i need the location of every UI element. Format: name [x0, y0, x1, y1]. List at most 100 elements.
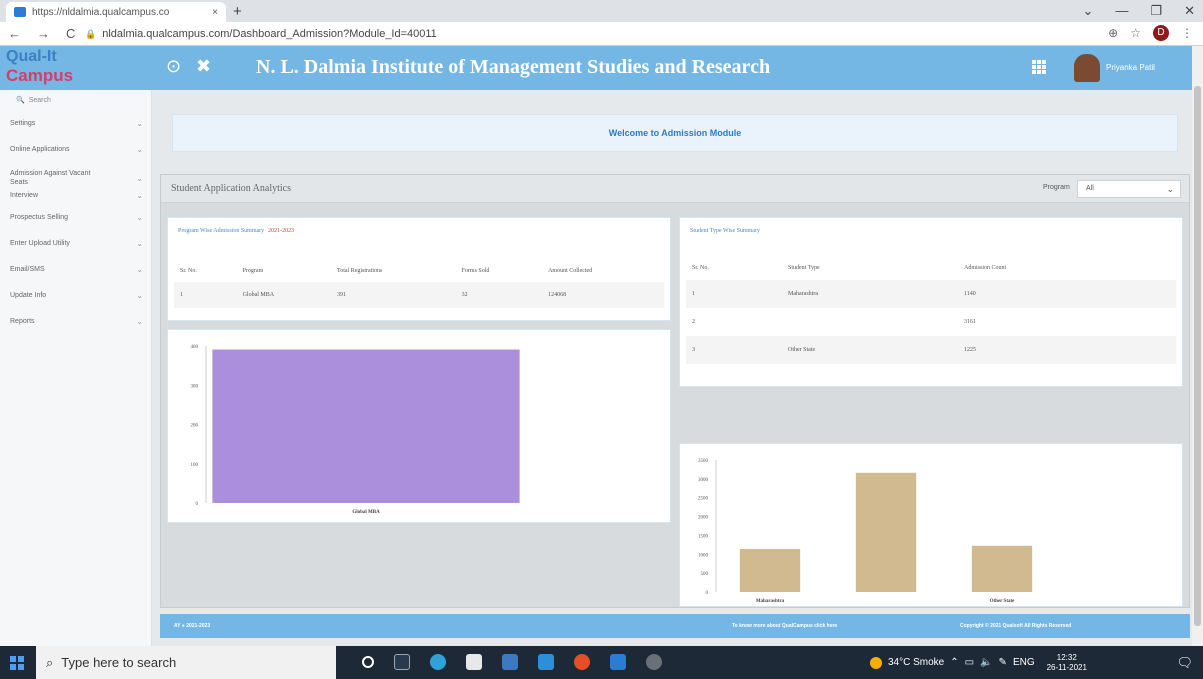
edge-icon[interactable]: [430, 654, 446, 670]
back-button[interactable]: ←: [8, 26, 21, 41]
paint-icon[interactable]: [646, 654, 662, 670]
sidebar-item-update-info[interactable]: Update Info ⌄: [0, 282, 151, 308]
taskbar-search[interactable]: ⌕ Type here to search: [36, 646, 336, 679]
student-chart-card: 0 500 1000 1500 2000 2500 3000 3500 Maharashtra O…: [679, 443, 1183, 607]
notification-icon[interactable]: 🗨: [1176, 655, 1193, 671]
chart-bar: [971, 545, 1033, 592]
browser-tab-bar: https://nldalmia.qualcampus.co × + ⌄ — ❐…: [0, 0, 1203, 22]
chevron-down-icon: ⌄: [136, 118, 143, 128]
col-header: Forms Sold: [461, 268, 490, 274]
cortana-icon[interactable]: [362, 656, 374, 668]
clock-date: 26-11-2021: [1046, 662, 1087, 672]
program-select[interactable]: All ⌄: [1077, 180, 1181, 198]
tab-search-icon[interactable]: ⌄: [1083, 3, 1094, 19]
weather-text[interactable]: 34°C Smoke: [888, 657, 944, 668]
analytics-panel: Student Application Analytics Program Al…: [160, 174, 1190, 608]
chrome-icon[interactable]: [574, 654, 590, 670]
footer-ay: AY ● 2021-2023: [174, 623, 211, 629]
tools-icon[interactable]: ✖: [196, 56, 211, 77]
store-icon[interactable]: [466, 654, 482, 670]
chart-bar: [739, 549, 801, 592]
sidebar-item-online-applications[interactable]: Online Applications ⌄: [0, 136, 151, 162]
chevron-down-icon: ⌄: [136, 316, 143, 326]
taskbar-search-placeholder: Type here to search: [61, 655, 177, 670]
sidebar-item-label: Reports: [10, 317, 35, 325]
minimize-button[interactable]: —: [1115, 3, 1128, 19]
chevron-up-icon[interactable]: ⌃: [950, 657, 958, 668]
sidebar-item-settings[interactable]: Settings ⌄: [0, 110, 151, 136]
x-tick-label: Maharashtra: [756, 599, 785, 604]
dashboard-icon[interactable]: ⊙: [166, 56, 181, 77]
scrollbar-thumb[interactable]: [1194, 86, 1201, 626]
chart-bar: [855, 472, 917, 592]
table-cell: 3: [692, 347, 695, 353]
task-view-icon[interactable]: [394, 654, 410, 670]
windows-start-icon[interactable]: [10, 656, 24, 670]
volume-icon[interactable]: 🔈: [980, 657, 992, 668]
zoom-icon[interactable]: ⊕: [1108, 26, 1118, 40]
table-row: 1 Global MBA 391 32 124068: [174, 282, 664, 308]
clock[interactable]: 12:32 26-11-2021: [1047, 653, 1087, 673]
sidebar-item-label: Interview: [10, 191, 39, 199]
mail-icon[interactable]: [538, 654, 554, 670]
chevron-down-icon: ⌄: [136, 173, 143, 183]
program-summary-table: Sr. No. Program Total Registrations Form…: [174, 260, 664, 308]
table-header-row: Sr. No. Student Type Admission Count: [686, 256, 1176, 280]
user-name[interactable]: Priyanka Patil: [1106, 63, 1155, 72]
sidebar-item-email-sms[interactable]: Email/SMS ⌄: [0, 256, 151, 282]
col-header: Sr. No.: [692, 265, 709, 271]
table-cell: 32: [461, 292, 468, 298]
table-row: 3 Other State 1225: [686, 336, 1176, 364]
clock-time: 12:32: [1056, 652, 1077, 662]
forward-button[interactable]: →: [37, 26, 50, 41]
table-header-row: Sr. No. Program Total Registrations Form…: [174, 260, 664, 282]
sidebar-item-label: Settings: [10, 119, 36, 127]
new-tab-button[interactable]: +: [233, 3, 242, 20]
weather-icon[interactable]: [870, 656, 882, 669]
close-window-button[interactable]: ✕: [1184, 3, 1195, 19]
user-avatar[interactable]: [1074, 54, 1100, 82]
site-favicon-icon: [14, 7, 26, 17]
reload-button[interactable]: C: [66, 26, 75, 41]
restore-button[interactable]: ❐: [1150, 3, 1162, 19]
word-icon[interactable]: [610, 654, 626, 670]
search-icon: ⌕: [46, 654, 54, 670]
sidebar-item-label: Admission Against Vacant Seats: [10, 170, 91, 186]
tab-close-icon[interactable]: ×: [212, 7, 218, 18]
pen-icon[interactable]: ✎: [999, 657, 1007, 668]
chevron-down-icon: ⌄: [1166, 184, 1174, 194]
chevron-down-icon: ⌄: [136, 190, 143, 200]
y-tick-label: 500: [701, 572, 709, 577]
language-indicator[interactable]: ENG: [1013, 657, 1035, 668]
sidebar-item-label: Update Info: [10, 291, 47, 299]
app-window: Qual-It Campus ⊙ ✖ N. L. Dalmia Institut…: [0, 46, 1203, 646]
footer-link[interactable]: To know more about QualCampus click here: [732, 623, 837, 629]
table-row: 1 Maharashtra 1140: [686, 280, 1176, 308]
sidebar-item-label: Enter Upload Utility: [10, 239, 70, 247]
url-field[interactable]: 🔒 nldalmia.qualcampus.com/Dashboard_Admi…: [85, 25, 1080, 43]
app-header: ⊙ ✖ N. L. Dalmia Institute of Management…: [152, 46, 1203, 90]
browser-tab[interactable]: https://nldalmia.qualcampus.co ×: [6, 2, 226, 22]
logo-line-2: Campus: [6, 66, 74, 85]
calendar-icon[interactable]: [502, 654, 518, 670]
system-tray: 34°C Smoke ⌃ ▭ 🔈 ✎ ENG 12:32 26-11-2021: [870, 646, 1087, 679]
col-header: Admission Count: [964, 265, 1007, 271]
sidebar-item-upload-utility[interactable]: Enter Upload Utility ⌄: [0, 230, 151, 256]
table-row: 2 3161: [686, 308, 1176, 336]
sidebar-item-interview[interactable]: Interview ⌄: [0, 186, 151, 204]
sidebar-item-reports[interactable]: Reports ⌄: [0, 308, 151, 334]
page-scrollbar[interactable]: [1192, 46, 1203, 646]
bookmark-star-icon[interactable]: ☆: [1130, 26, 1141, 40]
sidebar-item-prospectus-selling[interactable]: Prospectus Selling ⌄: [0, 204, 151, 230]
menu-kebab-icon[interactable]: ⋮: [1181, 26, 1193, 40]
apps-grid-icon[interactable]: [1032, 60, 1046, 74]
academic-year: 2021-2023: [268, 228, 295, 234]
profile-avatar[interactable]: D: [1153, 25, 1169, 41]
sidebar-search[interactable]: 🔍 Search: [0, 90, 151, 110]
y-tick-label: 1000: [698, 553, 709, 558]
lock-icon: 🔒: [85, 28, 97, 39]
x-tick-label: Global MBA: [352, 510, 380, 515]
qualcampus-logo[interactable]: Qual-It Campus: [0, 46, 152, 90]
network-icon[interactable]: ▭: [965, 657, 974, 668]
y-tick-label: 100: [191, 463, 199, 468]
